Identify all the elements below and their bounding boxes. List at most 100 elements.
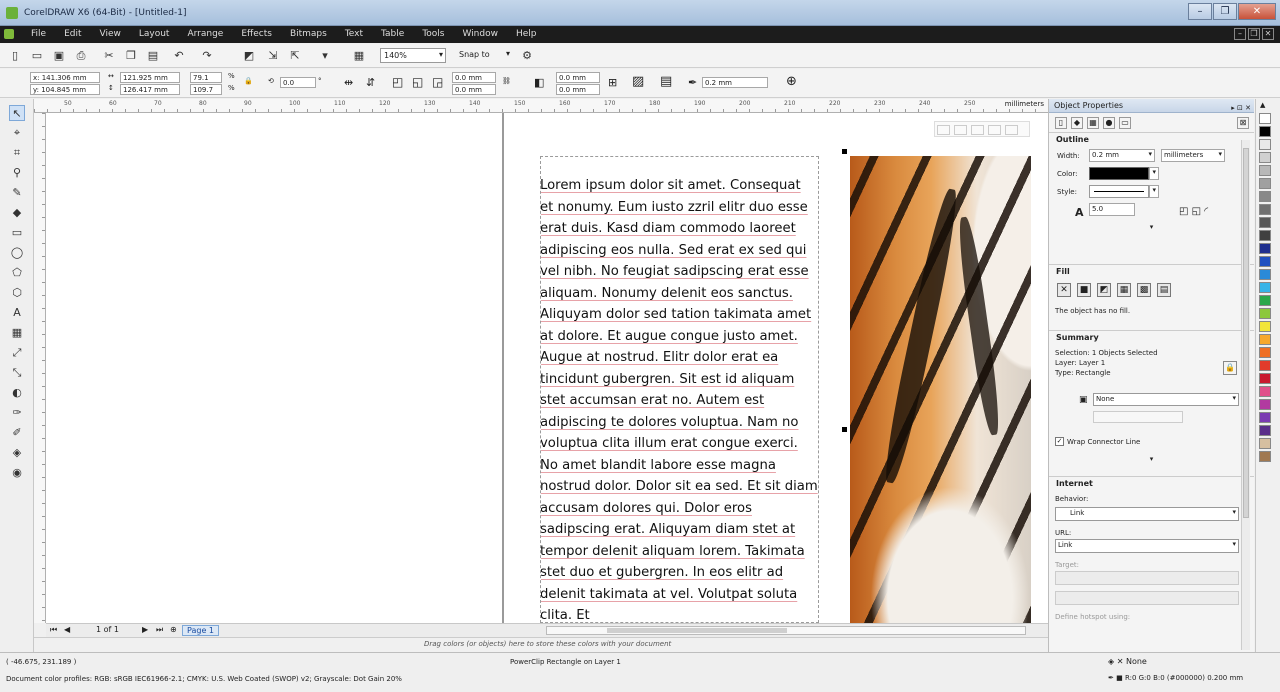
palette-swatch[interactable] bbox=[1259, 256, 1271, 267]
menu-edit[interactable]: Edit bbox=[55, 29, 90, 39]
text-tool-icon[interactable]: A bbox=[9, 305, 25, 321]
uniform-fill-icon[interactable]: ■ bbox=[1077, 283, 1091, 297]
y-position-field[interactable]: y: 104.845 mm bbox=[30, 84, 100, 95]
smart-fill-icon[interactable]: ◆ bbox=[9, 205, 25, 221]
transparency-tab-icon[interactable]: ▦ bbox=[1087, 117, 1099, 129]
text-wrap-icon[interactable]: ▤ bbox=[660, 74, 672, 89]
connector-tool-icon[interactable]: ⤡ bbox=[9, 365, 25, 381]
corner-radius-b-field[interactable]: 0.0 mm bbox=[452, 84, 496, 95]
pattern-fill-icon[interactable]: ▦ bbox=[1117, 283, 1131, 297]
lock-object-icon[interactable]: 🔒 bbox=[1223, 361, 1237, 375]
wrap-text-icon[interactable]: ▨ bbox=[632, 74, 644, 89]
freehand-tool-icon[interactable]: ✎ bbox=[9, 185, 25, 201]
paragraph-text-frame[interactable]: Lorem ipsum dolor sit amet. Consequat et… bbox=[540, 156, 819, 623]
ellipse-tool-icon[interactable]: ◯ bbox=[9, 245, 25, 261]
expand-summary-icon[interactable]: ▾ bbox=[1049, 455, 1254, 464]
close-button[interactable]: ✕ bbox=[1238, 3, 1276, 20]
palette-swatch[interactable] bbox=[1259, 126, 1271, 137]
summary-tab-icon[interactable]: ▭ bbox=[1119, 117, 1131, 129]
texture-fill-icon[interactable]: ▩ bbox=[1137, 283, 1151, 297]
object-style-dropdown[interactable]: None bbox=[1093, 393, 1239, 406]
outline-width-dropdown[interactable]: 0.2 mm bbox=[702, 77, 768, 88]
scale-width-field[interactable]: 79.1 bbox=[190, 72, 222, 83]
expand-outline-icon[interactable]: ▾ bbox=[1049, 223, 1254, 232]
polygon-tool-icon[interactable]: ⬠ bbox=[9, 265, 25, 281]
convert-to-curves-icon[interactable]: ⊕ bbox=[786, 74, 797, 89]
behavior-dropdown[interactable]: Link bbox=[1055, 507, 1239, 521]
palette-swatch[interactable] bbox=[1259, 438, 1271, 449]
palette-swatch[interactable] bbox=[1259, 451, 1271, 462]
floating-tool-icon[interactable] bbox=[1005, 125, 1018, 135]
document-palette[interactable]: Drag colors (or objects) here to store t… bbox=[34, 637, 1048, 652]
palette-swatch[interactable] bbox=[1259, 217, 1271, 228]
palette-swatch[interactable] bbox=[1259, 412, 1271, 423]
internet-header[interactable]: Internet bbox=[1049, 477, 1254, 491]
last-page-icon[interactable]: ⏭ bbox=[156, 625, 163, 635]
menu-help[interactable]: Help bbox=[507, 29, 546, 39]
internet-tab-icon[interactable]: ● bbox=[1103, 117, 1115, 129]
menu-view[interactable]: View bbox=[91, 29, 130, 39]
docker-options-icon[interactable]: ⊠ bbox=[1237, 117, 1249, 129]
paste-icon[interactable]: ▤ bbox=[146, 49, 160, 63]
page-tab[interactable]: Page 1 bbox=[182, 625, 219, 636]
save-icon[interactable]: ▣ bbox=[52, 49, 66, 63]
drawing-canvas[interactable]: Lorem ipsum dolor sit amet. Consequat et… bbox=[46, 113, 1048, 623]
table-tool-icon[interactable]: ▦ bbox=[9, 325, 25, 341]
scroll-thumb[interactable] bbox=[607, 628, 787, 633]
redo-icon[interactable]: ↷ bbox=[200, 49, 214, 63]
lock-corners-icon[interactable]: ⛓ bbox=[502, 77, 511, 85]
doc-close-button[interactable]: ✕ bbox=[1262, 28, 1274, 40]
outline-tool-icon[interactable]: ✐ bbox=[9, 425, 25, 441]
doc-restore-button[interactable]: ❐ bbox=[1248, 28, 1260, 40]
first-page-icon[interactable]: ⏮ bbox=[50, 625, 57, 635]
outline-header[interactable]: Outline bbox=[1049, 133, 1254, 147]
corner-radius-c-field[interactable]: 0.0 mm bbox=[556, 72, 600, 83]
color-profiles[interactable]: Document color profiles: RGB: sRGB IEC61… bbox=[6, 675, 402, 683]
palette-swatch[interactable] bbox=[1259, 113, 1271, 124]
next-page-icon[interactable]: ▶ bbox=[142, 625, 148, 634]
url-field[interactable]: Link bbox=[1055, 539, 1239, 553]
menu-arrange[interactable]: Arrange bbox=[178, 29, 232, 39]
docker-scroll-thumb[interactable] bbox=[1243, 148, 1249, 518]
outline-style-dropdown[interactable] bbox=[1149, 185, 1159, 198]
floating-tool-icon[interactable] bbox=[971, 125, 984, 135]
shape-tool-icon[interactable]: ⌖ bbox=[9, 125, 25, 141]
palette-swatch[interactable] bbox=[1259, 334, 1271, 345]
rotation-angle-field[interactable]: 0.0 bbox=[280, 77, 316, 88]
outline-indicator[interactable]: ✒ ■ R:0 G:0 B:0 (#000000) 0.200 mm bbox=[1108, 674, 1243, 682]
palette-swatch[interactable] bbox=[1259, 152, 1271, 163]
mirror-horizontal-icon[interactable]: ⇹ bbox=[344, 76, 353, 89]
palette-swatch[interactable] bbox=[1259, 139, 1271, 150]
paragraph-text[interactable]: Lorem ipsum dolor sit amet. Consequat et… bbox=[541, 157, 818, 622]
eyedropper-tool-icon[interactable]: ✑ bbox=[9, 405, 25, 421]
corner-radius-d-field[interactable]: 0.0 mm bbox=[556, 84, 600, 95]
palette-scroll-up-icon[interactable]: ▲ bbox=[1260, 101, 1265, 109]
outline-color-dropdown[interactable] bbox=[1149, 167, 1159, 180]
fill-indicator[interactable]: ◈ ✕ None bbox=[1108, 657, 1147, 666]
corner-round-icon[interactable]: ◰ bbox=[392, 75, 403, 89]
maximize-button[interactable]: ❐ bbox=[1213, 3, 1237, 20]
pick-tool-icon[interactable]: ↖ bbox=[9, 105, 25, 121]
vertical-ruler[interactable] bbox=[34, 113, 46, 623]
palette-swatch[interactable] bbox=[1259, 243, 1271, 254]
outline-width-field[interactable]: 0.2 mm bbox=[1089, 149, 1155, 162]
import-icon[interactable]: ⇲ bbox=[266, 49, 280, 63]
palette-swatch[interactable] bbox=[1259, 282, 1271, 293]
prev-page-icon[interactable]: ◀ bbox=[64, 625, 70, 634]
zoom-level-dropdown[interactable]: 140% bbox=[380, 48, 446, 63]
menu-file[interactable]: File bbox=[22, 29, 55, 39]
doc-minimize-button[interactable]: – bbox=[1234, 28, 1246, 40]
copy-icon[interactable]: ❐ bbox=[124, 49, 138, 63]
print-icon[interactable]: ⎙ bbox=[74, 49, 88, 63]
welcome-screen-icon[interactable]: ▦ bbox=[352, 49, 366, 63]
docker-scrollbar[interactable] bbox=[1241, 140, 1250, 650]
corner-chamfer-icon[interactable]: ◲ bbox=[432, 75, 443, 89]
open-icon[interactable]: ▭ bbox=[30, 49, 44, 63]
wrap-connector-checkbox[interactable]: ✓ bbox=[1055, 437, 1064, 446]
scale-corners-icon[interactable]: ⊞ bbox=[608, 76, 617, 89]
application-launcher-icon[interactable]: ▾ bbox=[318, 49, 332, 63]
fill-tool-icon[interactable]: ◈ bbox=[9, 445, 25, 461]
palette-swatch[interactable] bbox=[1259, 347, 1271, 358]
menu-tools[interactable]: Tools bbox=[413, 29, 453, 39]
floating-tool-icon[interactable] bbox=[937, 125, 950, 135]
